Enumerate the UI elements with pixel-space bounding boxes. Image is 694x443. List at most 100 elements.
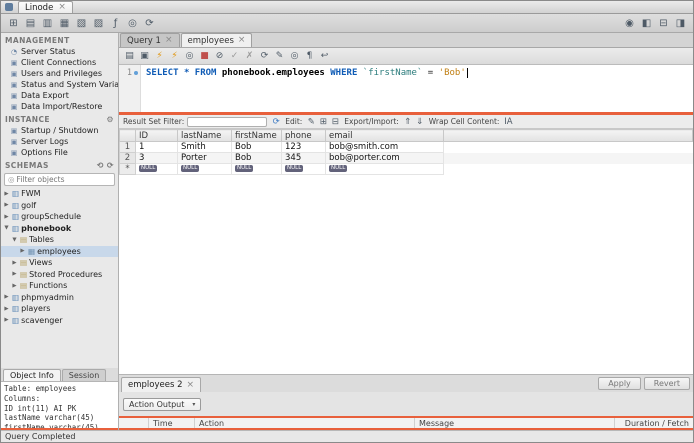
create-function-icon[interactable]: ƒ <box>108 16 123 31</box>
sidebar-item-status-and-system-variables[interactable]: ▣Status and System Variables <box>1 79 118 90</box>
chevron-collapsed-icon[interactable]: ▶ <box>3 214 10 220</box>
create-procedure-icon[interactable]: ▨ <box>91 16 106 31</box>
chevron-expanded-icon[interactable]: ▼ <box>3 225 10 231</box>
grid-cell[interactable]: bob@smith.com <box>325 141 444 153</box>
close-tab-icon[interactable]: × <box>165 36 173 45</box>
grid-cell[interactable]: NULL <box>325 163 444 175</box>
tree-item-phpmyadmin[interactable]: ▶ ▥ phpmyadmin <box>1 292 118 304</box>
row-header[interactable]: * <box>119 163 136 175</box>
chevron-collapsed-icon[interactable]: ▶ <box>11 283 18 289</box>
instance-config-icon[interactable]: ⚙ <box>106 115 114 124</box>
output-column-action[interactable]: Action <box>195 418 415 428</box>
sidebar-item-options-file[interactable]: ▣ Options File <box>1 147 118 158</box>
grid-cell[interactable]: bob@porter.com <box>325 152 444 164</box>
sql-statement[interactable]: SELECT * FROM phonebook.employees WHERE … <box>146 68 693 79</box>
result-tab[interactable]: employees 2 × <box>121 377 202 392</box>
result-filter-input[interactable] <box>187 116 268 127</box>
output-column-message[interactable]: Message <box>415 418 615 428</box>
export-recordset-icon[interactable]: ⇑ <box>402 116 414 128</box>
open-file-icon[interactable]: ▤ <box>123 50 136 63</box>
tree-item-employees[interactable]: ▶ ▦ employees <box>1 245 118 257</box>
tree-item-players[interactable]: ▶ ▥ players <box>1 303 118 315</box>
tree-item-views[interactable]: ▶ ▤ Views <box>1 257 118 269</box>
grid-cell[interactable]: Bob <box>231 141 282 153</box>
close-connection-tab-icon[interactable]: × <box>58 3 66 12</box>
output-column-duration-fetch[interactable]: Duration / Fetch <box>615 418 693 428</box>
connection-tab[interactable]: Linode × <box>18 1 73 13</box>
tab-session[interactable]: Session <box>61 369 107 381</box>
tree-item-stored-procedures[interactable]: ▶ ▤ Stored Procedures <box>1 269 118 281</box>
schemas-collapse-icon[interactable]: ⟲ <box>97 161 104 170</box>
import-records-icon[interactable]: ⇓ <box>414 116 426 128</box>
create-table-icon[interactable]: ▦ <box>57 16 72 31</box>
grid-cell[interactable]: Bob <box>231 152 282 164</box>
code-area[interactable]: SELECT * FROM phonebook.employees WHERE … <box>141 65 693 112</box>
tree-item-fwm[interactable]: ▶ ▥ FWM <box>1 188 118 200</box>
reconnect-db-icon[interactable]: ⟳ <box>142 16 157 31</box>
sidebar-item-client-connections[interactable]: ▣ Client Connections <box>1 57 118 68</box>
column-header-firstname[interactable]: firstName <box>231 129 282 142</box>
grid-cell[interactable]: Porter <box>177 152 232 164</box>
edit-record-icon[interactable]: ✎ <box>305 116 317 128</box>
execute-current-statement-icon[interactable]: ⚡ <box>168 50 181 63</box>
chevron-collapsed-icon[interactable]: ▶ <box>3 202 10 208</box>
close-tab-icon[interactable]: × <box>238 36 246 45</box>
toggle-secondary-sidebar-icon[interactable]: ◨ <box>673 16 688 31</box>
column-header-email[interactable]: email <box>325 129 444 142</box>
tree-item-groupschedule[interactable]: ▶ ▥ groupSchedule <box>1 211 118 223</box>
grid-cell[interactable]: NULL <box>281 163 326 175</box>
sidebar-item-server-status[interactable]: ◔ Server Status <box>1 46 118 57</box>
chevron-collapsed-icon[interactable]: ▶ <box>19 248 26 254</box>
grid-cell[interactable]: 3 <box>135 152 178 164</box>
execute-icon[interactable]: ⚡ <box>153 50 166 63</box>
schema-filter-input[interactable] <box>16 175 111 184</box>
column-header-lastname[interactable]: lastName <box>177 129 232 142</box>
new-query-tab-icon[interactable]: ⊞ <box>6 16 21 31</box>
save-script-icon[interactable]: ▣ <box>138 50 151 63</box>
stop-on-error-icon[interactable]: ⊘ <box>213 50 226 63</box>
sidebar-item-data-export[interactable]: ▣ Data Export <box>1 90 118 101</box>
row-header[interactable]: 2 <box>119 152 136 164</box>
grid-cell[interactable]: Smith <box>177 141 232 153</box>
grid-cell[interactable]: 345 <box>281 152 326 164</box>
autocommit-icon[interactable]: ⟳ <box>258 50 271 63</box>
sidebar-item-users-and-privileges[interactable]: ▣ Users and Privileges <box>1 68 118 79</box>
sidebar-item-startup-shutdown[interactable]: ▣ Startup / Shutdown <box>1 125 118 136</box>
grid-cell[interactable]: 1 <box>135 141 178 153</box>
tree-item-functions[interactable]: ▶ ▤ Functions <box>1 280 118 292</box>
wrap-cell-content-icon[interactable]: IA <box>502 116 514 128</box>
chevron-collapsed-icon[interactable]: ▶ <box>3 191 10 197</box>
schemas-refresh-icon[interactable]: ⟳ <box>107 161 114 170</box>
schema-filter[interactable]: ◎ <box>4 173 115 186</box>
chevron-collapsed-icon[interactable]: ▶ <box>3 294 10 300</box>
sidebar-item-data-import-restore[interactable]: ▣ Data Import/Restore <box>1 101 118 112</box>
beautify-icon[interactable]: ✎ <box>273 50 286 63</box>
find-icon[interactable]: ◎ <box>288 50 301 63</box>
tree-item-phonebook[interactable]: ▼ ▥ phonebook <box>1 223 118 235</box>
toggle-sidebar-icon[interactable]: ◧ <box>639 16 654 31</box>
output-selector[interactable]: Action Output ▾ <box>123 397 202 411</box>
column-header-id[interactable]: ID <box>135 129 178 142</box>
open-sql-script-icon[interactable]: ▤ <box>23 16 38 31</box>
chevron-collapsed-icon[interactable]: ▶ <box>3 317 10 323</box>
refresh-grid-icon[interactable]: ⟳ <box>270 116 282 128</box>
search-data-icon[interactable]: ◎ <box>125 16 140 31</box>
toggle-output-area-icon[interactable]: ⊟ <box>656 16 671 31</box>
chevron-collapsed-icon[interactable]: ▶ <box>11 271 18 277</box>
insert-row-icon[interactable]: ⊞ <box>317 116 329 128</box>
chevron-collapsed-icon[interactable]: ▶ <box>11 260 18 266</box>
revert-button[interactable]: Revert <box>643 377 690 390</box>
row-header[interactable]: 1 <box>119 141 136 153</box>
query-tab-query-1[interactable]: Query 1 × <box>120 33 180 47</box>
invisible-chars-icon[interactable]: ¶ <box>303 50 316 63</box>
tree-item-golf[interactable]: ▶ ▥ golf <box>1 200 118 212</box>
sidebar-item-server-logs[interactable]: ▣ Server Logs <box>1 136 118 147</box>
grid-cell[interactable]: NULL <box>231 163 282 175</box>
delete-row-icon[interactable]: ⊟ <box>329 116 341 128</box>
chevron-collapsed-icon[interactable]: ▶ <box>3 306 10 312</box>
grid-cell[interactable]: NULL <box>135 163 178 175</box>
column-header-phone[interactable]: phone <box>281 129 326 142</box>
commit-icon[interactable]: ✓ <box>228 50 241 63</box>
create-schema-icon[interactable]: ▥ <box>40 16 55 31</box>
sql-editor[interactable]: 1 SELECT * FROM phonebook.employees WHER… <box>119 65 693 112</box>
